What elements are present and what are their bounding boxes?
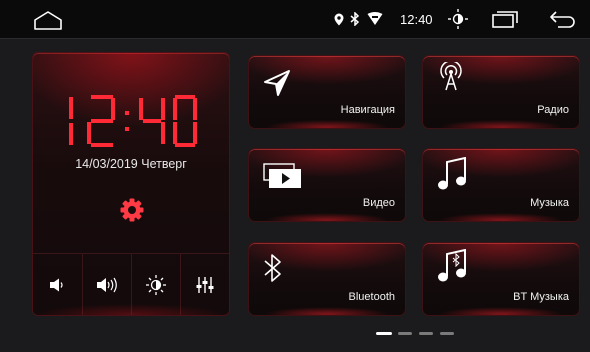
tile-video[interactable]: Видео: [248, 148, 406, 222]
page-indicator-active[interactable]: [376, 332, 392, 335]
volume-up-button[interactable]: [82, 254, 131, 316]
brightness-icon: [146, 275, 166, 295]
clock-widget[interactable]: 14/03/2019 Четверг: [32, 52, 230, 316]
equalizer-icon: [196, 277, 214, 293]
tile-bluetooth[interactable]: Bluetooth: [248, 242, 406, 316]
home-icon[interactable]: [33, 10, 63, 30]
date-label: 14/03/2019 Четверг: [75, 157, 187, 171]
bluetooth-icon: [350, 12, 360, 26]
tile-label: BT Музыка: [513, 291, 569, 303]
music-icon: [438, 157, 466, 190]
page-indicator[interactable]: [440, 332, 454, 335]
volume-down-button[interactable]: [33, 254, 81, 316]
tile-navigation[interactable]: Навигация: [248, 55, 406, 129]
bluetooth-icon: [264, 254, 281, 282]
location-icon: [334, 13, 344, 26]
volume-up-icon: [97, 277, 117, 293]
page-indicator[interactable]: [398, 332, 412, 335]
clock-time-display: [69, 95, 197, 147]
radio-antenna-icon: [440, 62, 462, 91]
status-time: 12:40: [400, 12, 433, 27]
tile-label: Видео: [362, 197, 395, 209]
bt-music-icon: [438, 249, 466, 282]
tile-label: Музыка: [530, 197, 569, 209]
tile-label: Навигация: [340, 104, 395, 116]
quick-controls: [33, 253, 229, 316]
brightness-button[interactable]: [131, 254, 180, 316]
equalizer-button[interactable]: [180, 254, 229, 316]
brightness-icon[interactable]: [447, 8, 469, 30]
volume-down-icon: [50, 278, 63, 292]
video-icon: [263, 163, 301, 188]
tile-radio[interactable]: Радио: [422, 55, 580, 129]
tile-label: Радио: [537, 104, 569, 116]
page-indicator[interactable]: [419, 332, 433, 335]
wifi-icon: [367, 12, 383, 25]
tile-music[interactable]: Музыка: [422, 148, 580, 222]
back-icon[interactable]: [549, 10, 577, 28]
navigation-icon: [264, 70, 290, 96]
gear-icon[interactable]: [119, 197, 145, 223]
tile-label: Bluetooth: [348, 291, 395, 303]
status-bar: 12:40: [0, 0, 590, 39]
tile-bt-music[interactable]: BT Музыка: [422, 242, 580, 316]
recent-apps-icon[interactable]: [492, 10, 518, 28]
